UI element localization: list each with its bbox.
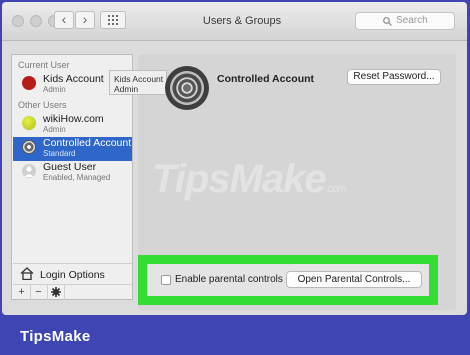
highlight-box: Enable parental controls Open Parental C… — [138, 255, 438, 305]
remove-user-button[interactable]: − — [30, 285, 48, 300]
sidebar-toolbar: + − — [13, 284, 132, 300]
watermark: TipsMake.com — [152, 157, 347, 202]
house-icon — [20, 267, 34, 280]
user-role: Standard — [43, 149, 76, 158]
user-role: Enabled, Managed — [43, 173, 111, 182]
user-item-guest-user[interactable]: Guest User Enabled, Managed — [13, 161, 132, 185]
login-options-label: Login Options — [40, 269, 105, 281]
gear-icon — [50, 287, 61, 297]
user-role: Admin — [43, 125, 66, 134]
window-title: Users & Groups — [202, 15, 282, 27]
search-icon — [383, 17, 392, 26]
forward-button[interactable]: › — [75, 11, 95, 29]
search-input[interactable]: Search — [355, 12, 455, 30]
enable-parental-controls-label: Enable parental controls — [175, 274, 283, 285]
user-tooltip: Kids Account Admin — [109, 70, 167, 95]
current-user-header: Current User — [18, 60, 70, 70]
user-name: Guest User — [43, 161, 97, 173]
login-options-item[interactable]: Login Options — [13, 263, 132, 285]
search-placeholder: Search — [396, 15, 428, 26]
back-button[interactable]: ‹ — [54, 11, 74, 29]
user-name: Controlled Account — [43, 137, 132, 149]
close-window-button[interactable] — [12, 15, 24, 27]
reset-password-button[interactable]: Reset Password... — [347, 69, 441, 85]
avatar — [22, 116, 36, 130]
footer-bar: TipsMake — [0, 316, 470, 355]
tooltip-role: Admin — [114, 84, 139, 94]
watermark-suffix: .com — [325, 183, 347, 195]
title-bar: ‹ › Users & Groups Search — [2, 2, 467, 41]
user-item-controlled-account[interactable]: Controlled Account Standard — [13, 137, 132, 161]
parental-controls-panel: Enable parental controls Open Parental C… — [147, 264, 429, 296]
tooltip-name: Kids Account — [114, 74, 164, 84]
avatar — [22, 76, 36, 90]
open-parental-controls-button[interactable]: Open Parental Controls... — [286, 271, 422, 288]
user-name: wikiHow.com — [43, 113, 104, 125]
grid-icon — [108, 15, 118, 25]
enable-parental-controls-checkbox[interactable] — [161, 275, 171, 285]
avatar — [22, 164, 36, 178]
account-picture[interactable] — [165, 66, 209, 110]
brand-logo: TipsMake — [20, 328, 91, 345]
gear-menu-button[interactable] — [47, 285, 65, 300]
user-name: Kids Account — [43, 73, 104, 85]
watermark-text: TipsMake — [152, 157, 327, 201]
avatar — [22, 140, 36, 154]
minimize-window-button[interactable] — [30, 15, 42, 27]
add-user-button[interactable]: + — [13, 285, 31, 300]
account-name: Controlled Account — [217, 73, 315, 85]
user-role: Admin — [43, 85, 66, 94]
user-item-wikihow[interactable]: wikiHow.com Admin — [13, 113, 132, 137]
show-all-button[interactable] — [100, 11, 126, 29]
person-icon — [24, 166, 34, 177]
other-users-header: Other Users — [18, 100, 67, 110]
